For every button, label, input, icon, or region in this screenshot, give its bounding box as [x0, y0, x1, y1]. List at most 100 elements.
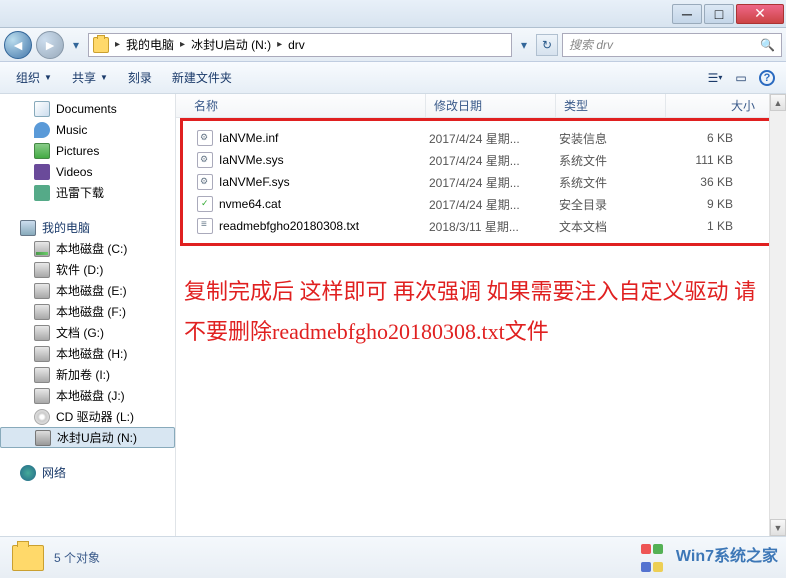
preview-pane-button[interactable]: ▭ — [730, 67, 752, 89]
sidebar-item-drive[interactable]: 软件 (D:) — [0, 259, 175, 280]
back-button[interactable]: ◄ — [4, 31, 32, 59]
sidebar-item-drive[interactable]: 本地磁盘 (H:) — [0, 343, 175, 364]
minimize-button[interactable]: ─ — [672, 4, 702, 24]
address-dropdown[interactable]: ▾ — [516, 38, 532, 52]
file-row[interactable]: IaNVMeF.sys2017/4/24 星期...系统文件36 KB — [183, 171, 771, 193]
file-type: 文本文档 — [559, 218, 669, 235]
file-row[interactable]: IaNVMe.sys 2017/4/24 星期...系统文件111 KB — [183, 149, 771, 171]
status-item-count: 5 个对象 — [54, 549, 100, 566]
sidebar-section-computer[interactable]: 我的电脑 — [0, 215, 175, 238]
help-button[interactable]: ? — [756, 67, 778, 89]
sidebar-item-label: Videos — [56, 165, 92, 179]
file-name: IaNVMe.sys — [219, 153, 284, 167]
file-size: 36 KB — [669, 175, 771, 189]
sidebar-item-library[interactable]: Music — [0, 119, 175, 140]
file-type: 系统文件 — [559, 152, 669, 169]
sidebar-item-label: 文档 (G:) — [56, 324, 104, 341]
drive-icon — [34, 346, 50, 362]
drive-icon — [34, 262, 50, 278]
sidebar-item-drive[interactable]: 本地磁盘 (F:) — [0, 301, 175, 322]
folder-icon — [12, 545, 44, 571]
file-icon — [197, 196, 213, 212]
sidebar-item-drive[interactable]: 文档 (G:) — [0, 322, 175, 343]
sidebar-item-label: Pictures — [56, 144, 99, 158]
breadcrumb-drive[interactable]: 冰封U启动 (N:) — [191, 36, 271, 53]
sidebar-item-label: 本地磁盘 (J:) — [56, 387, 125, 404]
refresh-button[interactable]: ↻ — [536, 34, 558, 56]
close-button[interactable]: ✕ — [736, 4, 784, 24]
sidebar-item-library[interactable]: Documents — [0, 98, 175, 119]
view-options-button[interactable]: ☰▾ — [704, 67, 726, 89]
history-dropdown[interactable]: ▾ — [68, 38, 84, 52]
breadcrumb-sep-icon: ▸ — [277, 39, 282, 50]
windows-logo-icon — [636, 538, 672, 570]
sidebar-item-label: Music — [56, 123, 87, 137]
drive-icon — [34, 367, 50, 383]
sidebar-section-network[interactable]: 网络 — [0, 460, 175, 483]
sidebar-item-drive[interactable]: CD 驱动器 (L:) — [0, 406, 175, 427]
navigation-pane: Documents Music Pictures Videos 迅雷下载 我的电脑 本地… — [0, 94, 176, 536]
breadcrumb-sep-icon: ▸ — [115, 39, 120, 50]
file-name: IaNVMeF.sys — [219, 175, 290, 189]
file-size: 6 KB — [669, 131, 771, 145]
file-list-pane: 名称 修改日期 类型 大小 IaNVMe.inf2017/4/24 星期...安… — [176, 94, 786, 536]
music-icon — [34, 122, 50, 138]
breadcrumb-root[interactable]: 我的电脑 — [126, 36, 174, 53]
drive-icon — [34, 409, 50, 425]
file-size: 9 KB — [669, 197, 771, 211]
file-date: 2018/3/11 星期... — [429, 218, 559, 235]
file-row[interactable]: readmebfgho20180308.txt2018/3/11 星期...文本… — [183, 215, 771, 237]
column-name[interactable]: 名称 — [176, 94, 426, 117]
file-type: 安装信息 — [559, 130, 669, 147]
sidebar-item-label: 本地磁盘 (H:) — [56, 345, 127, 362]
file-row[interactable]: IaNVMe.inf2017/4/24 星期...安装信息6 KB — [183, 127, 771, 149]
burn-button[interactable]: 刻录 — [120, 65, 160, 90]
sidebar-item-label: Documents — [56, 102, 117, 116]
search-box[interactable]: 搜索 drv 🔍 — [562, 33, 782, 57]
watermark: Win7系统之家 — [636, 538, 778, 570]
sidebar-item-library[interactable]: Videos — [0, 161, 175, 182]
file-row[interactable]: nvme64.cat2017/4/24 星期...安全目录9 KB — [183, 193, 771, 215]
file-type: 安全目录 — [559, 196, 669, 213]
sidebar-item-label: 冰封U启动 (N:) — [57, 429, 137, 446]
column-date[interactable]: 修改日期 — [426, 94, 556, 117]
vid-icon — [34, 164, 50, 180]
file-size: 111 KB — [669, 153, 771, 167]
scroll-up-button[interactable]: ▲ — [770, 94, 786, 111]
drive-icon — [35, 430, 51, 446]
search-placeholder: 搜索 drv — [569, 36, 613, 53]
column-type[interactable]: 类型 — [556, 94, 666, 117]
scroll-down-button[interactable]: ▼ — [770, 519, 786, 536]
share-menu[interactable]: 共享▼ — [64, 65, 116, 90]
file-date: 2017/4/24 星期... — [429, 152, 559, 169]
sidebar-item-drive[interactable]: 本地磁盘 (C:) — [0, 238, 175, 259]
sidebar-item-drive[interactable]: 新加卷 (I:) — [0, 364, 175, 385]
column-size[interactable]: 大小 — [666, 94, 786, 117]
sidebar-item-label: 迅雷下载 — [56, 184, 104, 201]
drive-icon — [34, 283, 50, 299]
command-toolbar: 组织▼ 共享▼ 刻录 新建文件夹 ☰▾ ▭ ? — [0, 62, 786, 94]
navigation-bar: ◄ ► ▾ ▸ 我的电脑 ▸ 冰封U启动 (N:) ▸ drv ▾ ↻ 搜索 d… — [0, 28, 786, 62]
file-date: 2017/4/24 星期... — [429, 196, 559, 213]
forward-button[interactable]: ► — [36, 31, 64, 59]
sidebar-item-library[interactable]: Pictures — [0, 140, 175, 161]
breadcrumb-folder[interactable]: drv — [288, 38, 305, 52]
maximize-button[interactable]: □ — [704, 4, 734, 24]
address-bar[interactable]: ▸ 我的电脑 ▸ 冰封U启动 (N:) ▸ drv — [88, 33, 512, 57]
annotation-text: 复制完成后 这样即可 再次强调 如果需要注入自定义驱动 请不要删除readmeb… — [184, 272, 766, 352]
sidebar-item-label: CD 驱动器 (L:) — [56, 408, 134, 425]
file-icon — [197, 218, 213, 234]
network-icon — [20, 465, 36, 481]
sidebar-item-label: 本地磁盘 (C:) — [56, 240, 127, 257]
organize-menu[interactable]: 组织▼ — [8, 65, 60, 90]
search-icon: 🔍 — [760, 38, 775, 52]
window-titlebar: ─ □ ✕ — [0, 0, 786, 28]
drive-icon — [34, 241, 50, 257]
new-folder-button[interactable]: 新建文件夹 — [164, 65, 240, 90]
sidebar-item-drive[interactable]: 本地磁盘 (E:) — [0, 280, 175, 301]
sidebar-item-library[interactable]: 迅雷下载 — [0, 182, 175, 203]
vertical-scrollbar[interactable]: ▲ ▼ — [769, 94, 786, 536]
sidebar-item-drive[interactable]: 冰封U启动 (N:) — [0, 427, 175, 448]
sidebar-item-drive[interactable]: 本地磁盘 (J:) — [0, 385, 175, 406]
dl-icon — [34, 185, 50, 201]
